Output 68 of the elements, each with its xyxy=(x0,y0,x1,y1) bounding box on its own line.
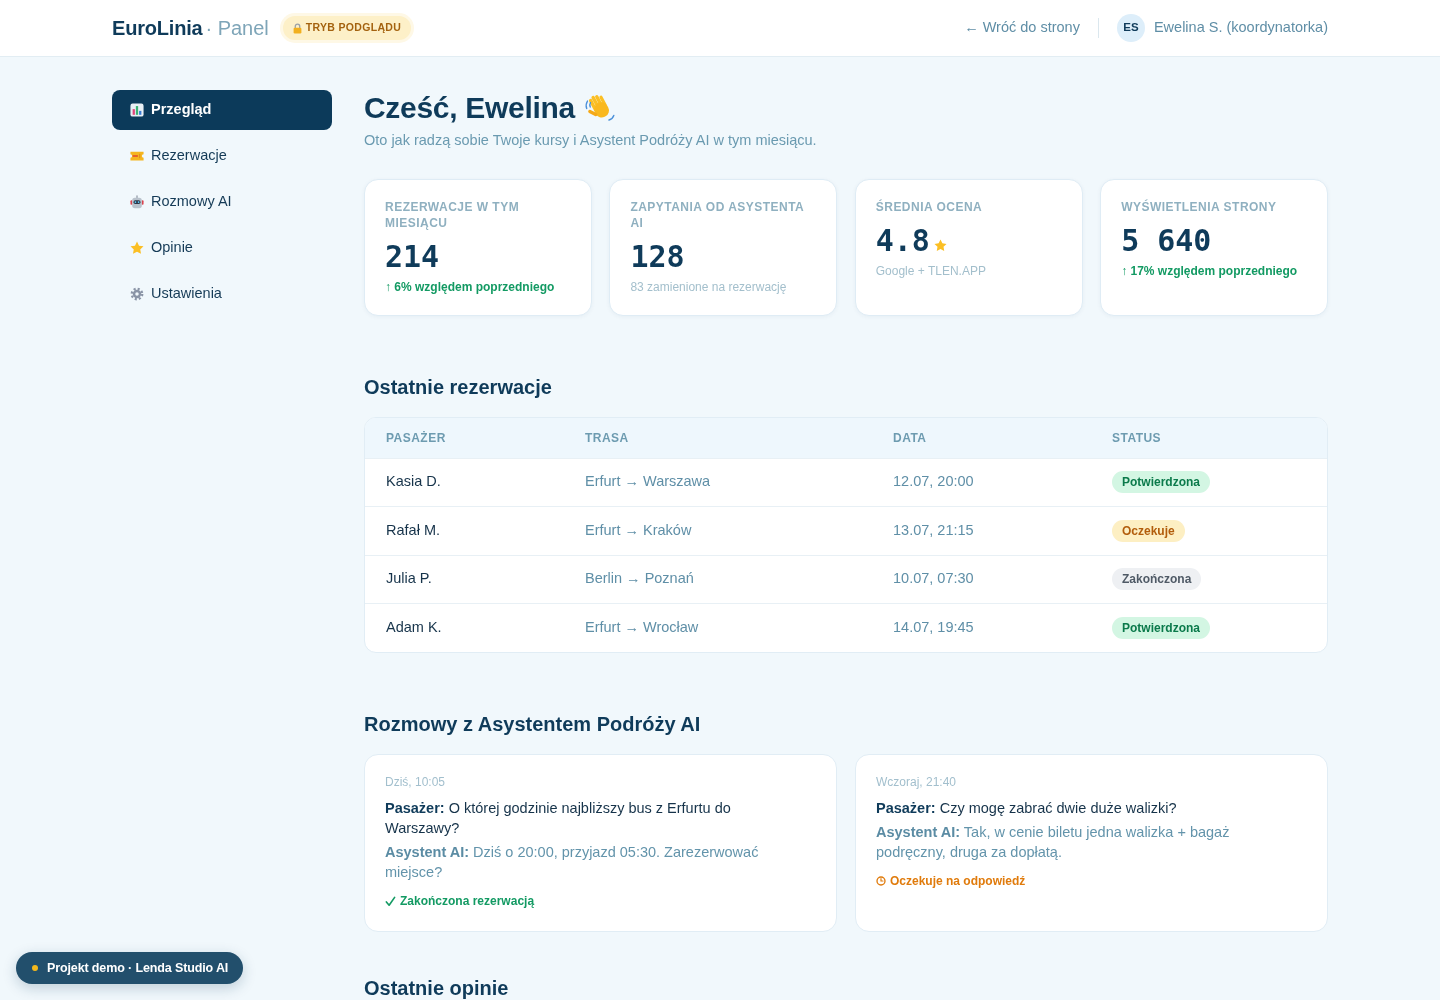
sidebar-item[interactable]: Rezerwacje xyxy=(112,136,332,176)
robot-icon xyxy=(130,195,144,209)
route-text: Berlin → Poznań xyxy=(585,570,694,587)
stat-label: REZERWACJE W TYM MIESIĄCU xyxy=(385,199,521,231)
greeting-subtitle: Oto jak radzą sobie Twoje kursy i Asystent Podróży AI w tym miesiącu. xyxy=(364,131,818,150)
stat-note: ↑ 17% względem poprzedniego xyxy=(1121,263,1299,279)
status-dot-icon xyxy=(32,965,38,971)
preview-mode-label: TRYB PODGLĄDU xyxy=(305,20,402,36)
stat-label: ZAPYTANIA OD ASYSTENTA AI xyxy=(630,199,805,231)
passenger-name: Rafał M. xyxy=(386,521,440,538)
stat-note: Google + TLEN.APP xyxy=(875,263,987,279)
date-text: 13.07, 21:15 xyxy=(893,521,974,538)
status-badge: Zakończona xyxy=(1112,568,1202,591)
assistant-message: Asystent AI: Tak, w cenie biletu jedna walizka + bagaż podręczny, druga za dopłatą. xyxy=(876,823,1231,862)
bar-chart-icon xyxy=(130,103,144,117)
clock-icon xyxy=(876,876,886,886)
route-text: Erfurt → Warszawa xyxy=(585,473,711,490)
sidebar-item[interactable]: Opinie xyxy=(112,228,332,268)
status-badge: Potwierdzona xyxy=(1112,471,1210,494)
stat-value: 214 xyxy=(385,239,440,275)
section-title: Rozmowy z Asystentem Podróży AI xyxy=(364,712,702,737)
chat-outcome: Oczekuje na odpowiedź xyxy=(890,873,1026,890)
sidebar-item[interactable]: Przegląd xyxy=(112,90,332,130)
user-name: Ewelina S. (koordynatorka) xyxy=(1153,18,1328,38)
check-icon xyxy=(385,895,396,907)
stat-value: 5 640 xyxy=(1121,223,1212,259)
column-header: STATUS xyxy=(1091,418,1327,458)
assistant-message: Asystent AI: Dziś o 20:00, przyjazd 05:30. Zarezerwować miejsce? xyxy=(385,843,760,882)
column-header: DATA xyxy=(872,418,1091,458)
brand-suffix: · Panel xyxy=(205,16,269,41)
back-link[interactable]: ← Wróć do strony xyxy=(964,17,1080,39)
date-text: 12.07, 20:00 xyxy=(893,473,974,490)
passenger-name: Adam K. xyxy=(386,619,442,636)
star-icon xyxy=(933,239,947,252)
section-title: Ostatnie opinie xyxy=(364,976,510,1000)
section-title: Ostatnie rezerwacje xyxy=(364,375,553,400)
date-text: 14.07, 19:45 xyxy=(893,619,974,636)
stat-label: WYŚWIETLENIA STRONY xyxy=(1121,199,1278,215)
date-text: 10.07, 07:30 xyxy=(893,570,974,587)
star-icon xyxy=(130,241,144,255)
chat-outcome: Zakończona rezerwacją xyxy=(400,893,535,910)
stat-note: 83 zamienione na rezerwację xyxy=(630,279,788,295)
passenger-message: Pasażer: O której godzinie najbliższy bus z Erfurtu do Warszawy? xyxy=(385,799,732,838)
stat-value: 128 xyxy=(630,239,685,275)
brand-name[interactable]: EuroLinia xyxy=(112,13,203,43)
padlock-icon xyxy=(292,22,302,34)
route-text: Erfurt → Kraków xyxy=(585,521,692,538)
demo-project-label: Projekt demo · Lenda Studio AI xyxy=(47,959,229,977)
status-badge: Potwierdzona xyxy=(1112,617,1210,639)
chat-time: Wczoraj, 21:40 xyxy=(876,774,958,790)
user-avatar: ES xyxy=(1116,14,1145,42)
greeting-title: Cześć, Ewelina xyxy=(364,90,575,126)
gear-icon xyxy=(130,287,144,301)
stat-value: 4.8 xyxy=(875,223,930,259)
column-header: TRASA xyxy=(564,418,872,458)
stat-label: ŚREDNIA OCENA xyxy=(875,199,984,215)
sidebar-item[interactable]: Ustawienia xyxy=(112,274,332,314)
route-text: Erfurt → Wrocław xyxy=(585,619,699,636)
ticket-icon xyxy=(130,151,144,161)
chat-time: Dziś, 10:05 xyxy=(385,774,447,790)
passenger-message: Pasażer: Czy mogę zabrać dwie duże walizki? xyxy=(876,799,1178,818)
stat-note: ↑ 6% względem poprzedniego xyxy=(385,279,556,295)
sidebar-item[interactable]: Rozmowy AI xyxy=(112,182,332,222)
passenger-name: Kasia D. xyxy=(386,473,441,490)
passenger-name: Julia P. xyxy=(386,570,432,587)
column-header: PASAŻER xyxy=(365,418,564,458)
status-badge: Oczekuje xyxy=(1112,519,1185,542)
waving-hand-icon xyxy=(582,92,615,124)
